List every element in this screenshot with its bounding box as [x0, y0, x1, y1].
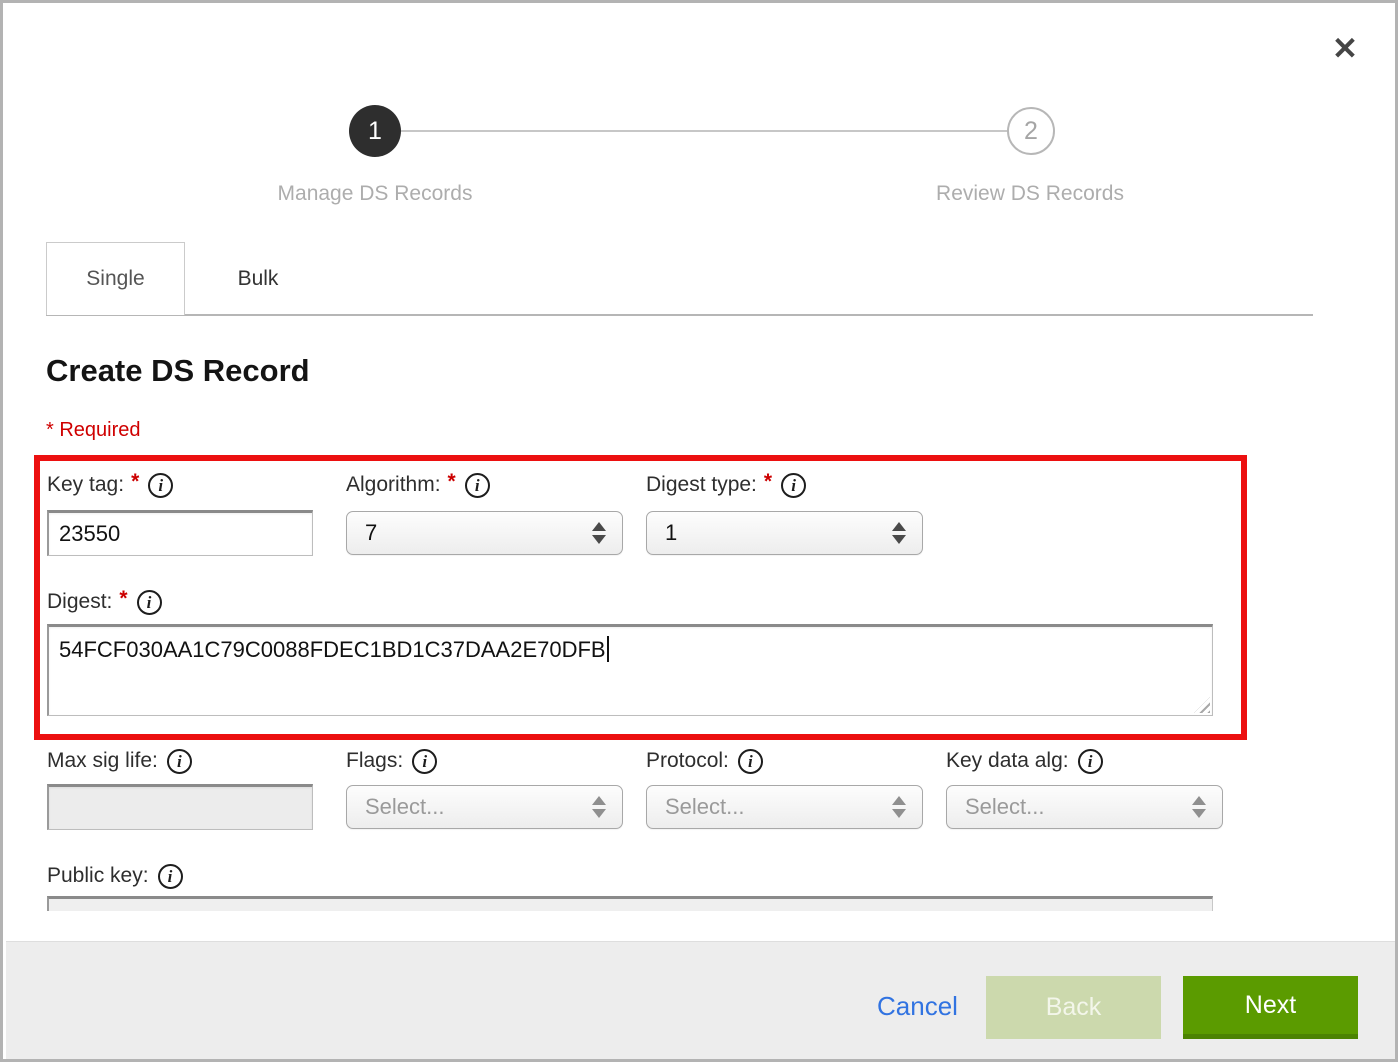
- key-tag-input[interactable]: [47, 510, 313, 556]
- info-icon[interactable]: [465, 473, 490, 498]
- digest-textarea[interactable]: 54FCF030AA1C79C0088FDEC1BD1C37DAA2E70DFB: [47, 624, 1213, 716]
- next-button[interactable]: Next: [1183, 976, 1358, 1039]
- protocol-label-text: Protocol:: [646, 749, 729, 773]
- close-icon[interactable]: ✕: [1323, 27, 1367, 71]
- digest-type-label-text: Digest type:: [646, 473, 757, 497]
- info-icon[interactable]: [167, 749, 192, 774]
- tab-bulk[interactable]: Bulk: [185, 242, 331, 315]
- select-arrows-icon: [892, 796, 906, 818]
- select-arrows-icon: [592, 522, 606, 544]
- text-cursor: [607, 636, 609, 662]
- info-icon[interactable]: [412, 749, 437, 774]
- required-note: * Required: [46, 419, 141, 442]
- algorithm-select[interactable]: 7: [346, 511, 623, 555]
- digest-required-mark: *: [119, 587, 127, 611]
- key-data-alg-label-text: Key data alg:: [946, 749, 1069, 773]
- step-1-indicator: 1: [349, 105, 401, 157]
- flags-label-text: Flags:: [346, 749, 403, 773]
- key-data-alg-select-value: Select...: [947, 794, 1192, 820]
- tab-bar-underline: [46, 314, 1313, 316]
- max-sig-life-label-text: Max sig life:: [47, 749, 158, 773]
- algorithm-required-mark: *: [448, 470, 456, 494]
- digest-type-select[interactable]: 1: [646, 511, 923, 555]
- flags-select[interactable]: Select...: [346, 785, 623, 829]
- protocol-select-value: Select...: [647, 794, 892, 820]
- public-key-label: Public key:: [47, 861, 183, 891]
- public-key-textarea[interactable]: [47, 896, 1213, 911]
- info-icon[interactable]: [738, 749, 763, 774]
- flags-select-value: Select...: [347, 794, 592, 820]
- digest-value: 54FCF030AA1C79C0088FDEC1BD1C37DAA2E70DFB: [59, 637, 606, 662]
- resize-handle-icon[interactable]: [1194, 697, 1210, 713]
- key-tag-label-text: Key tag:: [47, 473, 124, 497]
- digest-type-label: Digest type: *: [646, 470, 806, 500]
- select-arrows-icon: [592, 796, 606, 818]
- protocol-select[interactable]: Select...: [646, 785, 923, 829]
- max-sig-life-label: Max sig life:: [47, 746, 192, 776]
- info-icon[interactable]: [137, 590, 162, 615]
- max-sig-life-input[interactable]: [47, 784, 313, 830]
- flags-label: Flags:: [346, 746, 437, 776]
- digest-label: Digest: *: [47, 587, 162, 617]
- digest-type-required-mark: *: [764, 470, 772, 494]
- info-icon[interactable]: [158, 864, 183, 889]
- cancel-button[interactable]: Cancel: [877, 991, 958, 1022]
- protocol-label: Protocol:: [646, 746, 763, 776]
- algorithm-label-text: Algorithm:: [346, 473, 441, 497]
- stepper-connector-line: [375, 130, 1031, 132]
- public-key-label-text: Public key:: [47, 864, 149, 888]
- key-data-alg-label: Key data alg:: [946, 746, 1103, 776]
- step-1-label: Manage DS Records: [225, 182, 525, 206]
- step-2-indicator: 2: [1007, 107, 1055, 155]
- key-tag-label: Key tag: *: [47, 470, 173, 500]
- create-ds-record-modal: ✕ 1 2 Manage DS Records Review DS Record…: [0, 0, 1398, 1062]
- digest-type-select-value: 1: [647, 520, 892, 546]
- back-button[interactable]: Back: [986, 976, 1161, 1039]
- key-tag-required-mark: *: [131, 470, 139, 494]
- step-2-label: Review DS Records: [880, 182, 1180, 206]
- select-arrows-icon: [1192, 796, 1206, 818]
- tab-single[interactable]: Single: [46, 242, 185, 315]
- info-icon[interactable]: [148, 473, 173, 498]
- algorithm-select-value: 7: [347, 520, 592, 546]
- page-title: Create DS Record: [46, 353, 310, 389]
- info-icon[interactable]: [1078, 749, 1103, 774]
- info-icon[interactable]: [781, 473, 806, 498]
- digest-label-text: Digest:: [47, 590, 112, 614]
- algorithm-label: Algorithm: *: [346, 470, 490, 500]
- key-data-alg-select[interactable]: Select...: [946, 785, 1223, 829]
- select-arrows-icon: [892, 522, 906, 544]
